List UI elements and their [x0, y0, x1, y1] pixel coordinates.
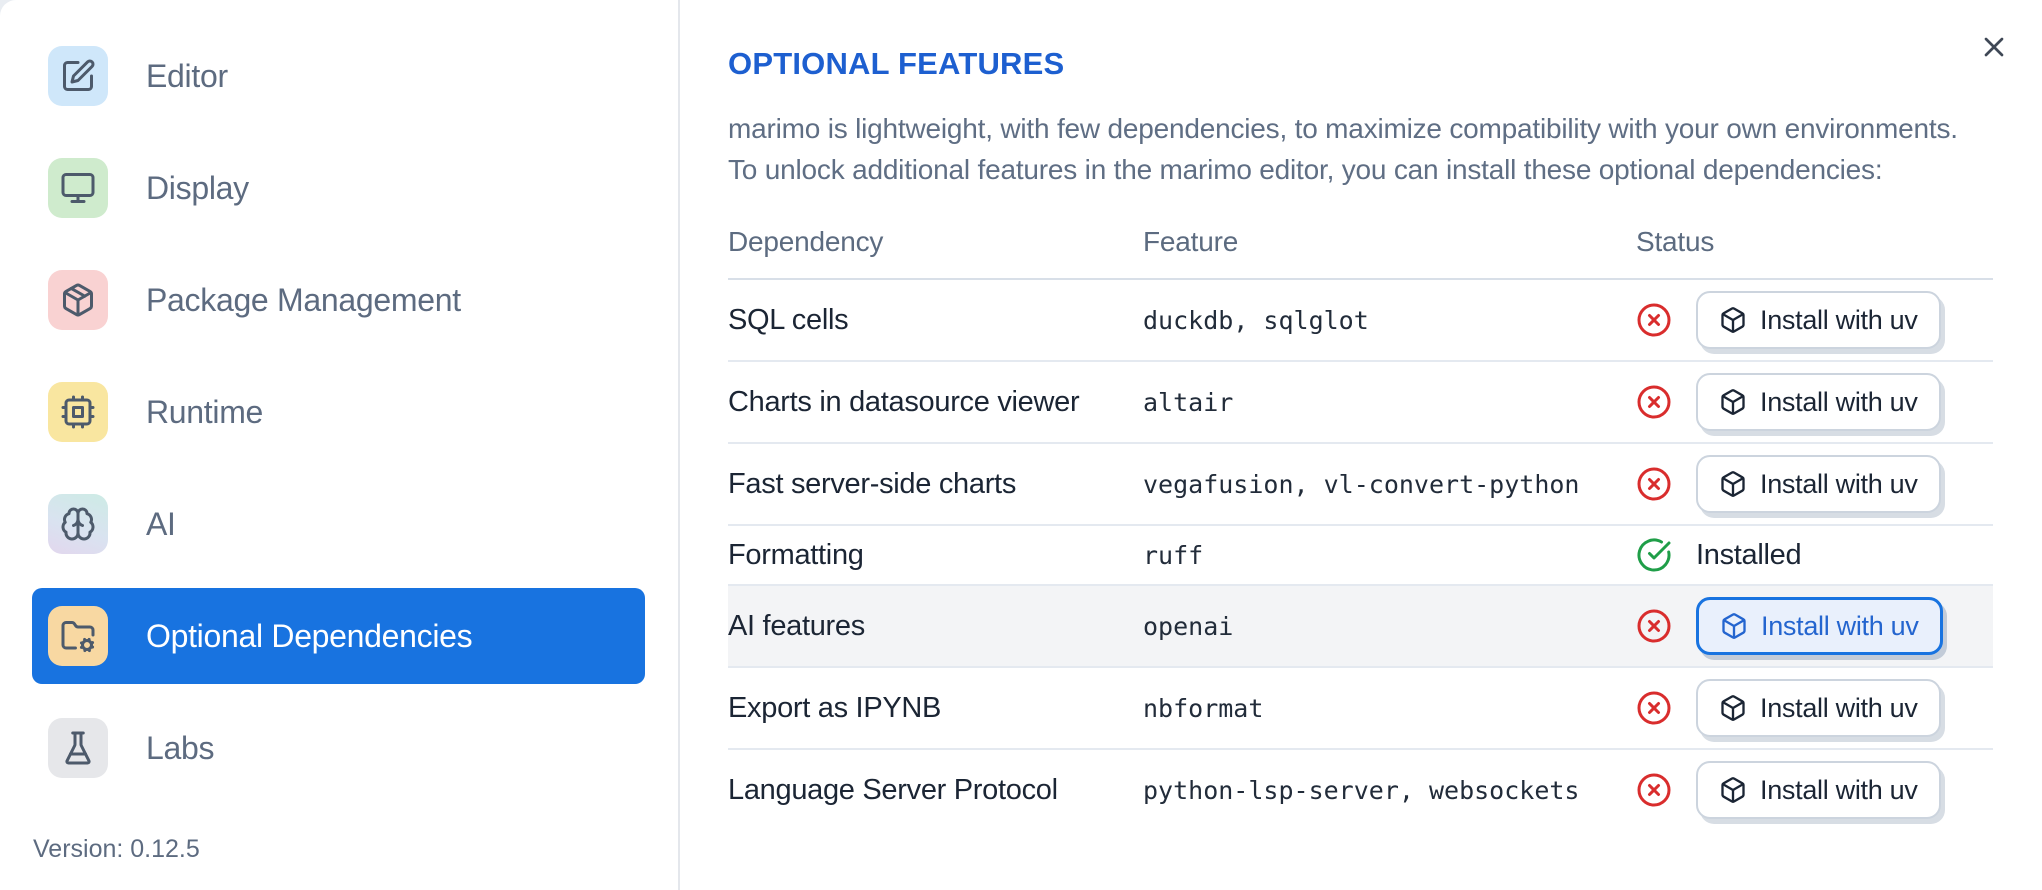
- brain-icon: [48, 494, 108, 554]
- box-icon: [1721, 307, 1745, 333]
- install-with-uv-button[interactable]: Install with uv: [1696, 455, 1941, 513]
- page-description: marimo is lightweight, with few dependen…: [728, 108, 1995, 190]
- feature-cell: python-lsp-server, websockets: [1143, 775, 1580, 805]
- install-button-label: Install with uv: [1760, 774, 1918, 805]
- flask-icon: [48, 718, 108, 778]
- box-icon: [1722, 613, 1746, 639]
- sidebar-item-label: Package Management: [146, 281, 461, 318]
- install-button-label: Install with uv: [1760, 386, 1918, 417]
- sidebar-item-ai[interactable]: AI: [32, 476, 645, 572]
- sidebar-item-label: Runtime: [146, 393, 264, 430]
- dependency-cell: Language Server Protocol: [728, 773, 1058, 806]
- close-icon: [1978, 31, 2010, 66]
- install-button-label: Install with uv: [1760, 468, 1918, 499]
- table-row: Charts in datasource viewer altair Insta…: [728, 361, 1993, 444]
- install-with-uv-button[interactable]: Install with uv: [1696, 291, 1941, 349]
- status-cell: Install with uv: [1636, 667, 1993, 750]
- sidebar-item-package-management[interactable]: Package Management: [32, 252, 645, 348]
- dependency-cell: Formatting: [728, 525, 1143, 586]
- status-not-installed-icon: [1637, 303, 1671, 337]
- sidebar-item-label: Optional Dependencies: [146, 617, 473, 654]
- dependency-cell: Charts in datasource viewer: [728, 361, 1143, 444]
- status-not-installed-icon: [1637, 609, 1671, 643]
- table-row: Fast server-side charts vegafusion, vl-c…: [728, 443, 1993, 526]
- column-header-status: Status: [1636, 212, 1993, 280]
- table-row: Formatting ruff Installed: [728, 525, 1993, 586]
- status-not-installed-icon: [1637, 385, 1671, 419]
- features-table-body: SQL cells duckdb, sqlglot Install with u…: [728, 279, 1993, 830]
- dependency-cell: SQL cells: [728, 279, 1143, 362]
- page-title: OPTIONAL FEATURES: [728, 46, 1065, 81]
- status-cell: Install with uv: [1636, 361, 1993, 444]
- status-not-installed-icon: [1637, 773, 1671, 807]
- table-row: AI features openai Install with uv: [728, 585, 1993, 668]
- version-label: Version: 0.12.5: [33, 835, 200, 863]
- feature-cell: duckdb, sqlglot: [1143, 279, 1636, 362]
- sidebar-item-editor[interactable]: Editor: [32, 28, 645, 124]
- folder-cog-icon: [48, 606, 108, 666]
- status-not-installed-icon: [1637, 467, 1671, 501]
- feature-cell: ruff: [1143, 525, 1636, 586]
- cpu-icon: [48, 382, 108, 442]
- square-pen-icon: [48, 46, 108, 106]
- feature-cell: openai: [1143, 585, 1636, 668]
- column-header-feature: Feature: [1143, 212, 1636, 280]
- sidebar-item-label: Labs: [146, 729, 215, 766]
- dependency-cell: Fast server-side charts: [728, 443, 1143, 526]
- status-cell: Install with uv: [1636, 279, 1993, 362]
- package-icon: [48, 270, 108, 330]
- status-cell: Install with uv: [1636, 443, 1993, 526]
- sidebar-item-display[interactable]: Display: [32, 140, 645, 236]
- dependency-cell: AI features: [728, 585, 1143, 668]
- installed-label: Installed: [1696, 538, 1802, 571]
- box-icon: [1721, 389, 1745, 415]
- install-with-uv-button[interactable]: Install with uv: [1696, 761, 1941, 819]
- box-icon: [1721, 471, 1745, 497]
- feature-cell: nbformat: [1143, 667, 1636, 750]
- feature-cell: vegafusion, vl-convert-python: [1143, 443, 1636, 526]
- box-icon: [1721, 777, 1745, 803]
- install-with-uv-button[interactable]: Install with uv: [1696, 597, 1943, 655]
- feature-cell: altair: [1143, 361, 1636, 444]
- description-line-2: To unlock additional features in the mar…: [728, 154, 1883, 185]
- install-with-uv-button[interactable]: Install with uv: [1696, 373, 1941, 431]
- sidebar-item-label: Display: [146, 169, 249, 206]
- install-with-uv-button[interactable]: Install with uv: [1696, 679, 1941, 737]
- sidebar-item-runtime[interactable]: Runtime: [32, 364, 645, 460]
- status-installed-icon: [1637, 538, 1671, 572]
- install-button-label: Install with uv: [1761, 610, 1919, 641]
- table-row: SQL cells duckdb, sqlglot Install with u…: [728, 279, 1993, 362]
- install-button-label: Install with uv: [1760, 304, 1918, 335]
- sidebar: Editor Display Package Management Runtim…: [0, 0, 680, 890]
- sidebar-item-optional-dependencies[interactable]: Optional Dependencies: [32, 588, 645, 684]
- sidebar-nav: Editor Display Package Management Runtim…: [32, 28, 645, 796]
- dependency-cell: Export as IPYNB: [728, 667, 1143, 750]
- sidebar-item-label: Editor: [146, 57, 228, 94]
- table-header-row: Dependency Feature Status: [728, 212, 1993, 280]
- status-not-installed-icon: [1637, 691, 1671, 725]
- box-icon: [1721, 695, 1745, 721]
- status-cell: Installed: [1636, 525, 1993, 586]
- status-cell: Install with uv: [1636, 749, 1993, 830]
- status-cell: Install with uv: [1636, 585, 1993, 668]
- settings-dialog: Editor Display Package Management Runtim…: [0, 0, 2042, 890]
- close-button[interactable]: [1972, 26, 2016, 70]
- table-row: Language Server Protocol python-lsp-serv…: [728, 749, 1993, 830]
- install-button-label: Install with uv: [1760, 692, 1918, 723]
- monitor-icon: [48, 158, 108, 218]
- sidebar-item-label: AI: [146, 505, 176, 542]
- features-table: Dependency Feature Status SQL cells duck…: [728, 212, 1993, 830]
- column-header-dependency: Dependency: [728, 212, 1143, 280]
- description-line-1: marimo is lightweight, with few dependen…: [728, 113, 1958, 144]
- table-row: Export as IPYNB nbformat Install with uv: [728, 667, 1993, 750]
- optional-features-panel: OPTIONAL FEATURES marimo is lightweight,…: [680, 0, 2042, 890]
- sidebar-item-labs[interactable]: Labs: [32, 700, 645, 796]
